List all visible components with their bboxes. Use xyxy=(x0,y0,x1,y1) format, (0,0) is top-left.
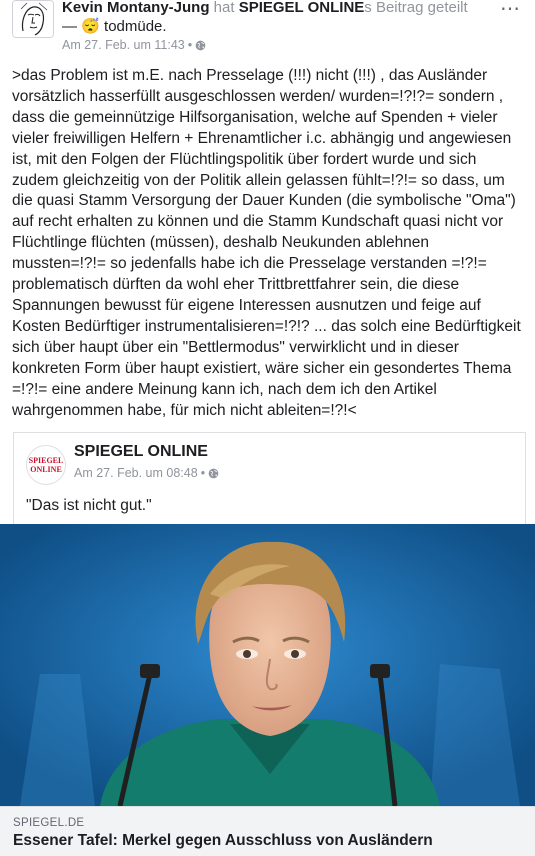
post-body-text: >das Problem ist m.E. nach Presselage (!… xyxy=(12,67,521,419)
author-name-link[interactable]: Kevin Montany-Jung xyxy=(62,0,210,16)
link-domain: SPIEGEL.DE xyxy=(13,817,85,829)
logo-line-2: ONLINE xyxy=(30,465,62,474)
sketch-portrait-icon xyxy=(13,1,53,37)
shared-suffix: s Beitrag geteilt xyxy=(364,0,468,16)
sleepy-emoji-icon: 😴 xyxy=(81,18,100,35)
shared-page-name[interactable]: SPIEGEL ONLINE xyxy=(74,443,208,461)
author-avatar[interactable] xyxy=(12,0,54,38)
shared-verb: hat xyxy=(209,0,239,16)
post-headline: Kevin Montany-Jung hat SPIEGEL ONLINEs B… xyxy=(62,0,482,36)
more-options-button[interactable]: ⋯ xyxy=(500,0,521,21)
post-timestamp[interactable]: Am 27. Feb. um 11:43 xyxy=(62,38,185,52)
globe-icon xyxy=(195,40,206,50)
post-meta: Am 27. Feb. um 11:43 • xyxy=(62,38,206,52)
logo-line-1: SPIEGEL xyxy=(28,456,64,465)
shared-timestamp[interactable]: Am 27. Feb. um 08:48 xyxy=(74,466,198,480)
globe-icon xyxy=(208,468,219,478)
meta-separator: • xyxy=(187,38,193,52)
shared-meta-separator: • xyxy=(200,466,206,480)
spiegel-online-logo[interactable]: SPIEGEL ONLINE xyxy=(26,445,66,485)
feeling-text: todmüde. xyxy=(99,18,167,35)
article-photo[interactable] xyxy=(0,524,535,806)
post-header: Kevin Montany-Jung hat SPIEGEL ONLINEs B… xyxy=(0,0,535,60)
shared-quote-text: "Das ist nicht gut." xyxy=(26,497,152,514)
link-preview-footer[interactable]: SPIEGEL.DE Essener Tafel: Merkel gegen A… xyxy=(0,806,535,856)
portrait-photo-image xyxy=(0,524,535,806)
page-name-link[interactable]: SPIEGEL ONLINE xyxy=(239,0,365,16)
link-title[interactable]: Essener Tafel: Merkel gegen Ausschluss v… xyxy=(13,832,433,850)
shared-meta: Am 27. Feb. um 08:48 • xyxy=(74,466,219,480)
feeling-prefix: — xyxy=(62,18,82,35)
